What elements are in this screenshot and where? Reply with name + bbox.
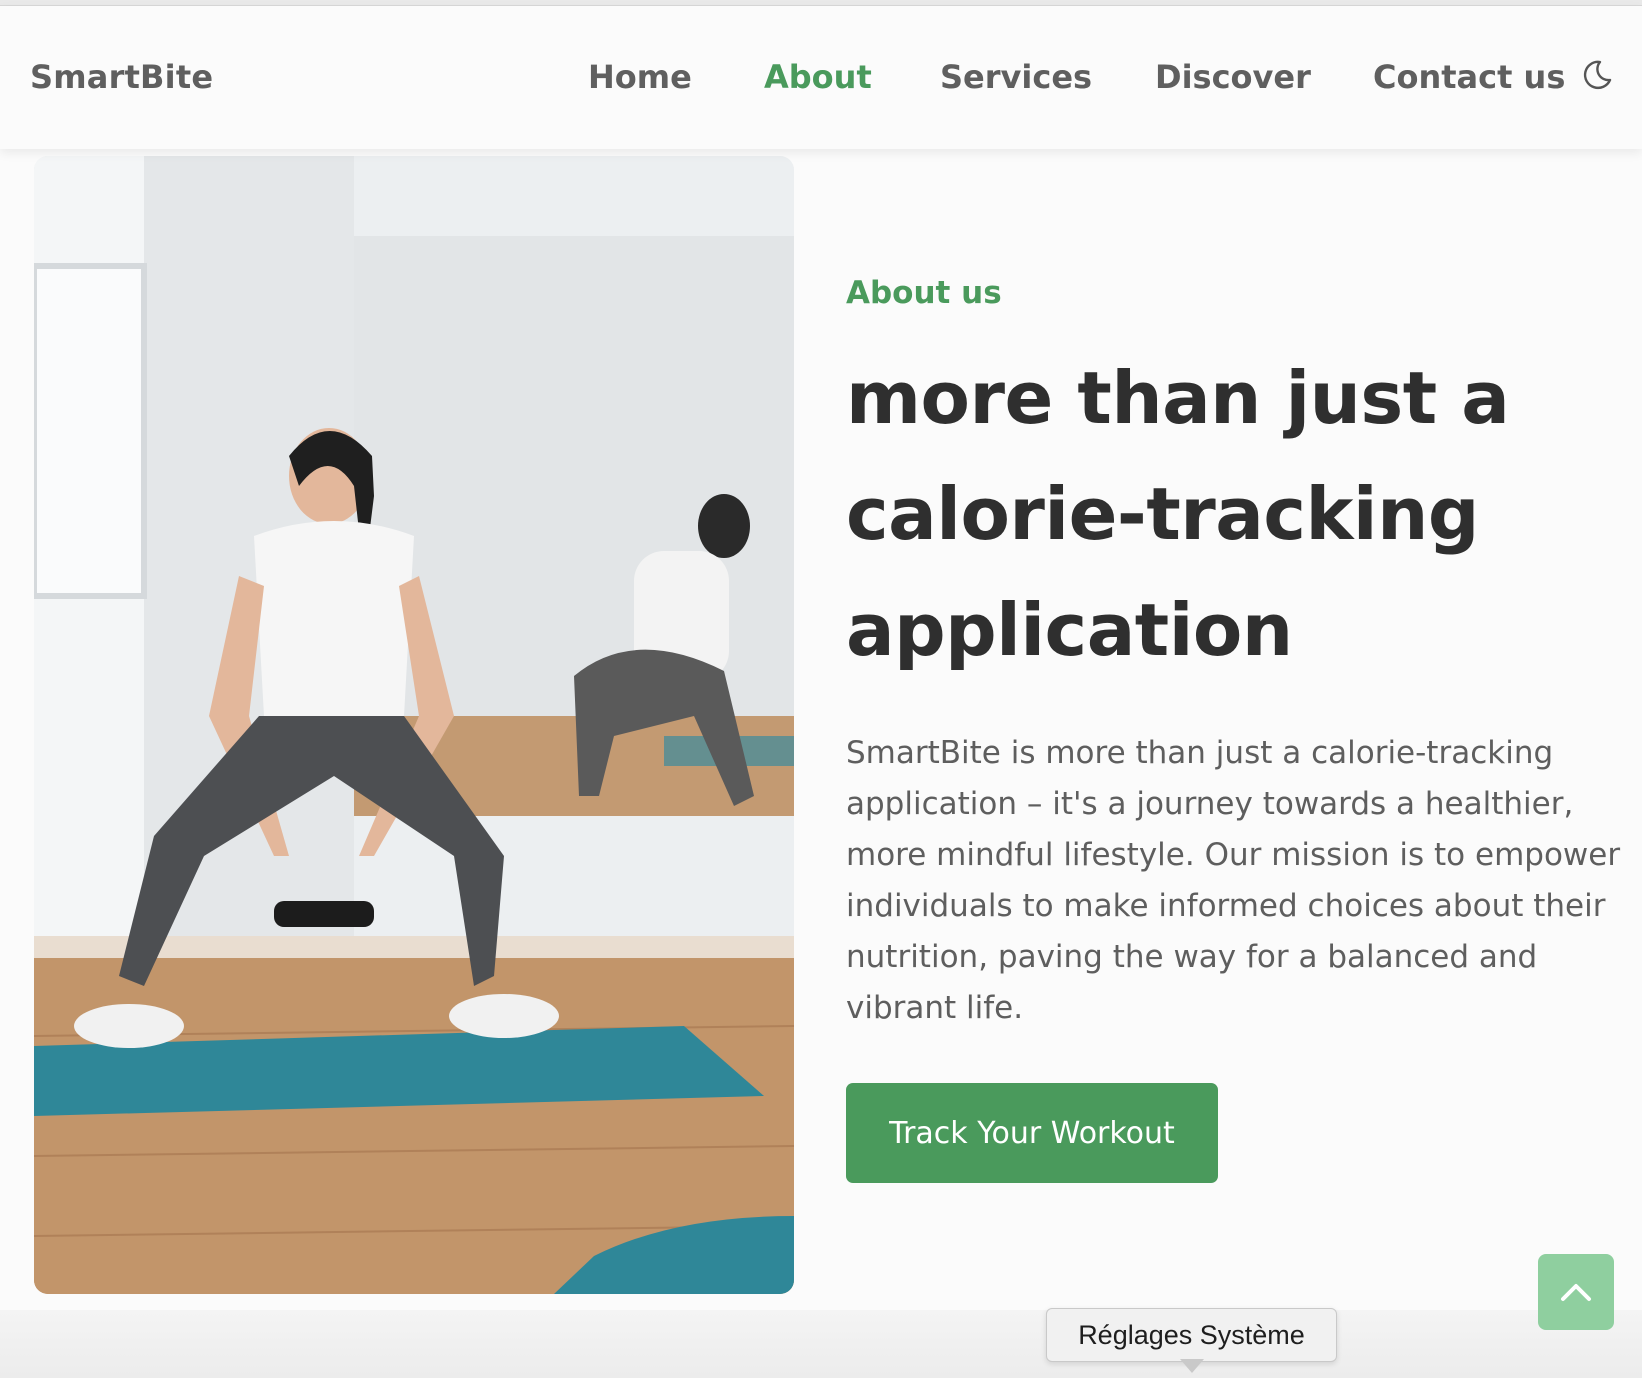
fitness-photo [34,156,794,1294]
nav-services[interactable]: Services [940,58,1092,96]
section-headline: more than just a calorie-tracking applic… [846,356,1510,672]
theme-toggle-button[interactable] [1580,58,1614,92]
system-settings-tooltip: Réglages Système [1046,1308,1337,1362]
section-description: SmartBite is more than just a calorie-tr… [846,735,1621,1026]
fitness-photo-illustration [34,156,794,1294]
tooltip-pointer [1180,1359,1204,1373]
nav-contact-us[interactable]: Contact us [1373,58,1565,96]
chevron-up-icon [1561,1284,1591,1301]
page: SmartBite Home About Services Discover C… [0,0,1642,1378]
site-logo[interactable]: SmartBite [30,58,213,96]
nav-about[interactable]: About [764,58,872,96]
scroll-to-top-button[interactable] [1538,1254,1614,1330]
nav-discover[interactable]: Discover [1155,58,1311,96]
section-eyebrow: About us [846,275,1002,311]
track-workout-button[interactable]: Track Your Workout [846,1083,1218,1183]
site-header: SmartBite Home About Services Discover C… [0,6,1642,149]
nav-home[interactable]: Home [588,58,692,96]
page-bottom [0,1310,1642,1378]
moon-icon [1583,60,1612,90]
